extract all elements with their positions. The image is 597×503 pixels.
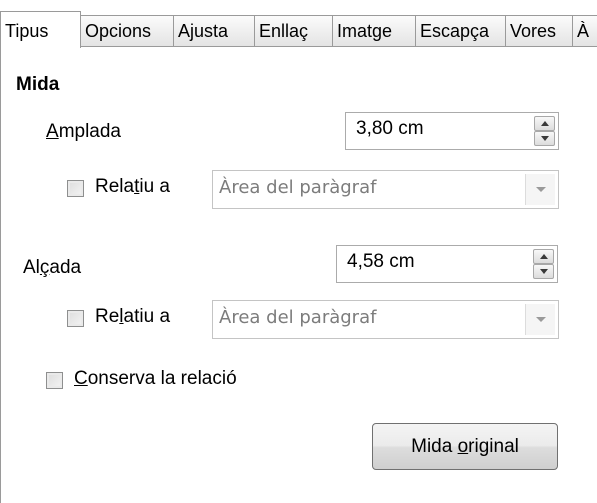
tab-label: Enllaç — [259, 21, 309, 41]
tab-tipus[interactable]: Tipus — [0, 11, 81, 48]
image-properties-dialog: Opcions Ajusta Enllaç Imatge Escapça Vor… — [0, 0, 597, 503]
chevron-down-icon — [535, 187, 546, 192]
keep-ratio-label: Conserva la relació — [74, 368, 237, 389]
height-increment-button[interactable] — [533, 249, 554, 264]
tab-label: Imatge — [337, 21, 393, 41]
height-relative-checkbox[interactable] — [67, 310, 84, 327]
tab-label: Opcions — [85, 21, 152, 41]
width-relative-to-select[interactable]: Àrea del paràgraf — [212, 170, 559, 209]
height-relative-to-select[interactable]: Àrea del paràgraf — [212, 300, 559, 339]
width-relative-to-value: Àrea del paràgraf — [219, 177, 377, 198]
arrow-down-icon — [540, 136, 549, 141]
width-increment-button[interactable] — [534, 116, 555, 131]
height-value: 4,58 cm — [347, 251, 415, 272]
arrow-up-icon — [540, 121, 549, 126]
width-spin-buttons — [534, 116, 555, 146]
tab-opcions[interactable]: Opcions — [80, 15, 174, 47]
dropdown-button[interactable] — [525, 174, 555, 205]
tab-imatge[interactable]: Imatge — [332, 15, 416, 47]
tab-vores[interactable]: Vores — [505, 15, 573, 47]
tab-label: Vores — [510, 21, 557, 41]
tab-label: Tipus — [5, 21, 49, 41]
section-title-mida: Mida — [16, 74, 60, 95]
tab-label: Ajusta — [178, 21, 229, 41]
height-relative-to-value: Àrea del paràgraf — [219, 307, 377, 328]
tab-area[interactable]: À — [572, 15, 597, 47]
tab-bar: Opcions Ajusta Enllaç Imatge Escapça Vor… — [0, 0, 597, 48]
tab-escapca[interactable]: Escapça — [415, 15, 506, 47]
height-spin-buttons — [533, 249, 554, 279]
height-label: Alçada — [23, 257, 82, 278]
height-relative-label: Relatiu a — [95, 306, 171, 327]
width-value: 3,80 cm — [356, 118, 424, 139]
panel-border-left — [0, 46, 1, 503]
tab-label: À — [577, 21, 590, 41]
width-spinbox[interactable]: 3,80 cm — [345, 112, 559, 150]
tab-label: Escapça — [420, 21, 490, 41]
width-decrement-button[interactable] — [534, 131, 555, 146]
height-decrement-button[interactable] — [533, 264, 554, 279]
panel-border — [0, 46, 597, 47]
original-size-button-label: Mida original — [411, 435, 519, 457]
height-spinbox[interactable]: 4,58 cm — [336, 245, 558, 283]
width-relative-label: Relatiu a — [95, 176, 170, 197]
arrow-up-icon — [539, 254, 548, 259]
width-relative-checkbox[interactable] — [67, 180, 84, 197]
chevron-down-icon — [535, 317, 546, 322]
original-size-button[interactable]: Mida original — [372, 423, 558, 470]
arrow-down-icon — [539, 269, 548, 274]
width-label: Amplada — [46, 121, 122, 142]
keep-ratio-checkbox[interactable] — [46, 372, 63, 389]
tab-enllac[interactable]: Enllaç — [254, 15, 333, 47]
dropdown-button[interactable] — [525, 304, 555, 335]
tab-ajusta[interactable]: Ajusta — [173, 15, 255, 47]
